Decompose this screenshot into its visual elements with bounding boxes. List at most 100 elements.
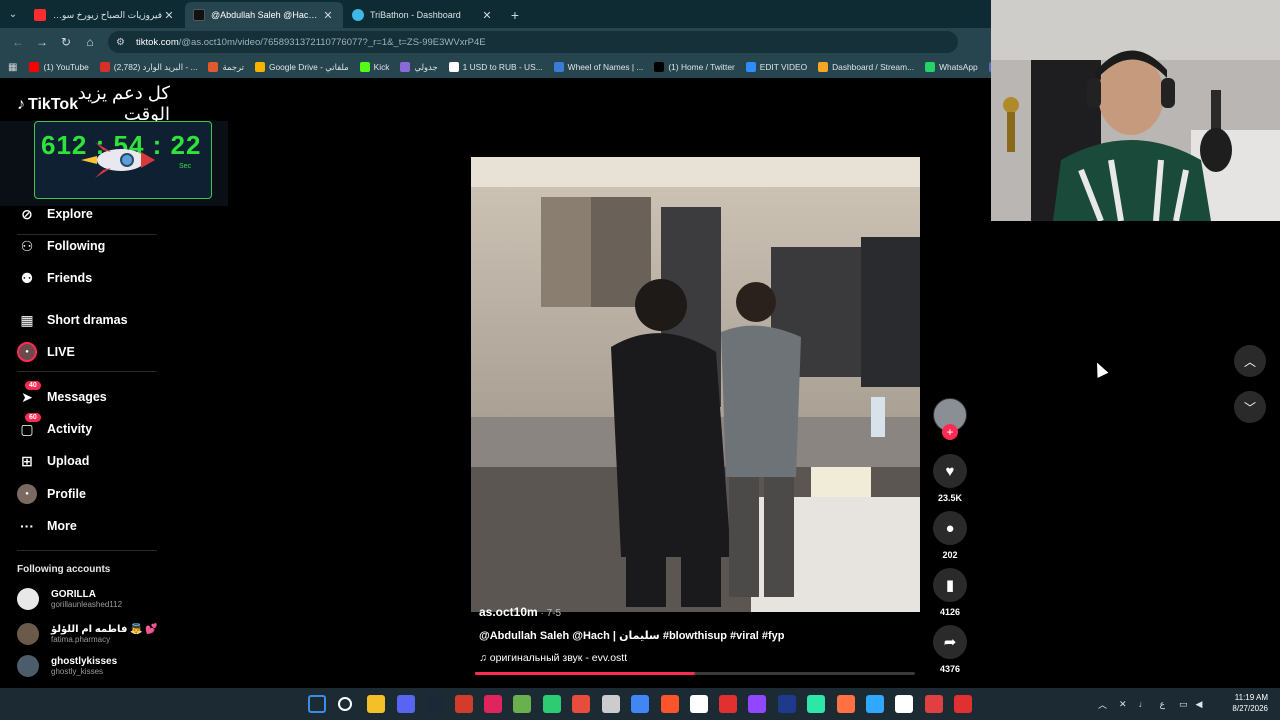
bookmark-item[interactable]: ترجمة (208, 62, 244, 72)
taskbar-app-icon[interactable] (484, 695, 502, 713)
sidebar-item-upload[interactable]: ⊞ Upload (17, 451, 89, 471)
bookmark-label: Google Drive - ملفاتي (268, 62, 349, 72)
taskbar-clock[interactable]: 11:19 AM 8/27/2026 (1232, 692, 1268, 714)
apps-grid-icon[interactable]: ▦ (8, 62, 17, 73)
bookmark-item[interactable]: (1) Home / Twitter (654, 62, 735, 72)
close-tab-icon[interactable]: ✕ (162, 9, 176, 22)
creator-avatar-button[interactable]: + (932, 398, 968, 440)
browser-tab-3[interactable]: TriBathon - Dashboard ✕ (344, 2, 502, 28)
network-off-icon[interactable]: ✕ (1119, 699, 1127, 710)
video-author[interactable]: as.oct10m (479, 605, 538, 619)
sidebar-divider (17, 234, 157, 235)
bookmark-icon[interactable]: ▮ (933, 568, 967, 602)
following-account[interactable]: ghostlykisses ghostly_kisses (17, 655, 117, 677)
account-avatar (17, 623, 39, 645)
sidebar-item-profile[interactable]: ● Profile (17, 484, 86, 504)
previous-video-chevron-up-icon[interactable]: ︿ (1234, 345, 1266, 377)
taskbar-app-icon[interactable] (719, 695, 737, 713)
taskbar-app-icon[interactable] (602, 695, 620, 713)
save-action[interactable]: ▮ 4126 (932, 568, 968, 617)
taskbar-app-icon[interactable] (925, 695, 943, 713)
display-icon[interactable]: ▭ (1179, 699, 1188, 710)
sidebar-item-following[interactable]: ⚇ Following (17, 236, 106, 256)
sidebar-item-label: Messages (47, 390, 107, 404)
sidebar-item-activity[interactable]: ▢ 60 Activity (17, 413, 92, 439)
bookmark-item[interactable]: (1) YouTube (29, 62, 89, 72)
comment-count: 202 (942, 550, 958, 560)
site-info-icon[interactable]: ⚙ (116, 37, 130, 48)
tab-search-chevron-icon[interactable]: ⌄ (0, 0, 26, 28)
bookmark-item[interactable]: Google Drive - ملفاتي (254, 62, 349, 72)
video-frame-kitchen (471, 157, 920, 612)
tab-title: @Abdullah Saleh @Hach | سليمان (211, 9, 321, 20)
address-bar[interactable]: ⚙ tiktok.com/@as.oct10m/video/7658931372… (108, 31, 958, 53)
close-tab-icon[interactable]: ✕ (480, 9, 494, 22)
taskbar-app-icon[interactable] (954, 695, 972, 713)
bookmark-item[interactable]: Wheel of Names | ... (553, 62, 643, 72)
comment-bubble-icon[interactable]: ● (933, 511, 967, 545)
bookmark-label: Dashboard / Stream... (832, 62, 915, 72)
video-author-row[interactable]: as.oct10m · 7-5 (479, 605, 561, 619)
bookmark-item[interactable]: 1 USD to RUB - US... (448, 62, 543, 72)
sidebar-item-explore[interactable]: ⊘ Explore (17, 204, 93, 224)
share-arrow-icon[interactable]: ➦ (933, 625, 967, 659)
taskbar-app-icon[interactable] (367, 695, 385, 713)
taskbar-app-icon[interactable] (397, 695, 415, 713)
bookmark-item[interactable]: Dashboard / Stream... (818, 62, 914, 72)
bookmark-item[interactable]: Kick (359, 62, 389, 72)
new-tab-plus-icon[interactable]: + (503, 2, 527, 28)
taskbar-app-icon[interactable] (661, 695, 679, 713)
home-icon[interactable]: ⌂ (78, 30, 102, 54)
taskbar-app-icon[interactable] (513, 695, 531, 713)
close-tab-icon[interactable]: ✕ (321, 9, 335, 22)
volume-icon[interactable]: ◀ (1195, 699, 1202, 710)
sidebar-item-friends[interactable]: ⚉ Friends (17, 268, 92, 288)
bookmark-item[interactable]: EDIT VIDEO (745, 62, 807, 72)
taskbar-app-icon[interactable] (807, 695, 825, 713)
taskbar-app-icon[interactable] (866, 695, 884, 713)
taskbar-app-icon[interactable] (455, 695, 473, 713)
back-arrow-icon[interactable]: ← (6, 30, 30, 54)
taskbar-app-icon[interactable] (572, 695, 590, 713)
account-name: فاطمه ام اللؤلؤ 👼 💕 (51, 624, 158, 635)
forward-arrow-icon[interactable]: → (30, 30, 54, 54)
following-account[interactable]: GORILLA gorillaunleashed112 (17, 588, 122, 610)
taskbar-app-icon[interactable] (748, 695, 766, 713)
tray-chevron-up-icon[interactable]: ︿ (1098, 698, 1107, 711)
taskbar-app-icon[interactable] (778, 695, 796, 713)
input-language[interactable]: ع (1160, 699, 1165, 710)
activity-icon: ▢ (20, 420, 34, 437)
taskbar-app-icon[interactable] (631, 695, 649, 713)
taskbar-app-icon[interactable] (837, 695, 855, 713)
taskbar-app-icon[interactable] (690, 695, 708, 713)
browser-tab-2[interactable]: @Abdullah Saleh @Hach | سليمان ✕ (185, 2, 343, 28)
taskbar-app-icon[interactable] (338, 697, 352, 711)
tribathon-favicon-icon (352, 9, 364, 21)
live-avatar-icon: ● (17, 342, 37, 362)
microphone-icon[interactable]: ♩ (1139, 699, 1148, 709)
bookmark-item[interactable]: جدولي (400, 62, 438, 72)
taskbar-app-icon[interactable] (895, 695, 913, 713)
sidebar-item-more[interactable]: ··· More (17, 516, 77, 536)
follow-plus-icon[interactable]: + (942, 424, 958, 440)
browser-tab-1[interactable]: فيروزيات الصباح زيورخ سويسرا... ✕ (26, 2, 184, 28)
taskbar-app-icon[interactable] (426, 695, 444, 713)
bookmark-item[interactable]: (2,782) البريد الوارد - ... (99, 62, 197, 72)
reload-icon[interactable]: ↻ (54, 30, 78, 54)
sidebar-item-messages[interactable]: ➤ 40 Messages (17, 381, 107, 407)
account-avatar (17, 588, 39, 610)
taskbar-app-icon[interactable] (543, 695, 561, 713)
sidebar-item-live[interactable]: ● LIVE (17, 342, 75, 362)
comment-action[interactable]: ● 202 (932, 511, 968, 560)
like-action[interactable]: ♥ 23.5K (932, 454, 968, 503)
video-player[interactable] (471, 157, 920, 612)
following-account[interactable]: فاطمه ام اللؤلؤ 👼 💕 fatima.pharmacy (17, 623, 158, 645)
bookmark-item[interactable]: WhatsApp (925, 62, 978, 72)
taskbar-app-icon[interactable] (308, 695, 326, 713)
sidebar-item-short-dramas[interactable]: ▦ Short dramas (17, 310, 127, 330)
share-action[interactable]: ➦ 4376 (932, 625, 968, 674)
next-video-chevron-down-icon[interactable]: ﹀ (1234, 391, 1266, 423)
video-sound[interactable]: ♫ оригинальный звук - evv.ostt (479, 652, 627, 664)
video-progress-bar[interactable] (475, 672, 915, 675)
heart-icon[interactable]: ♥ (933, 454, 967, 488)
